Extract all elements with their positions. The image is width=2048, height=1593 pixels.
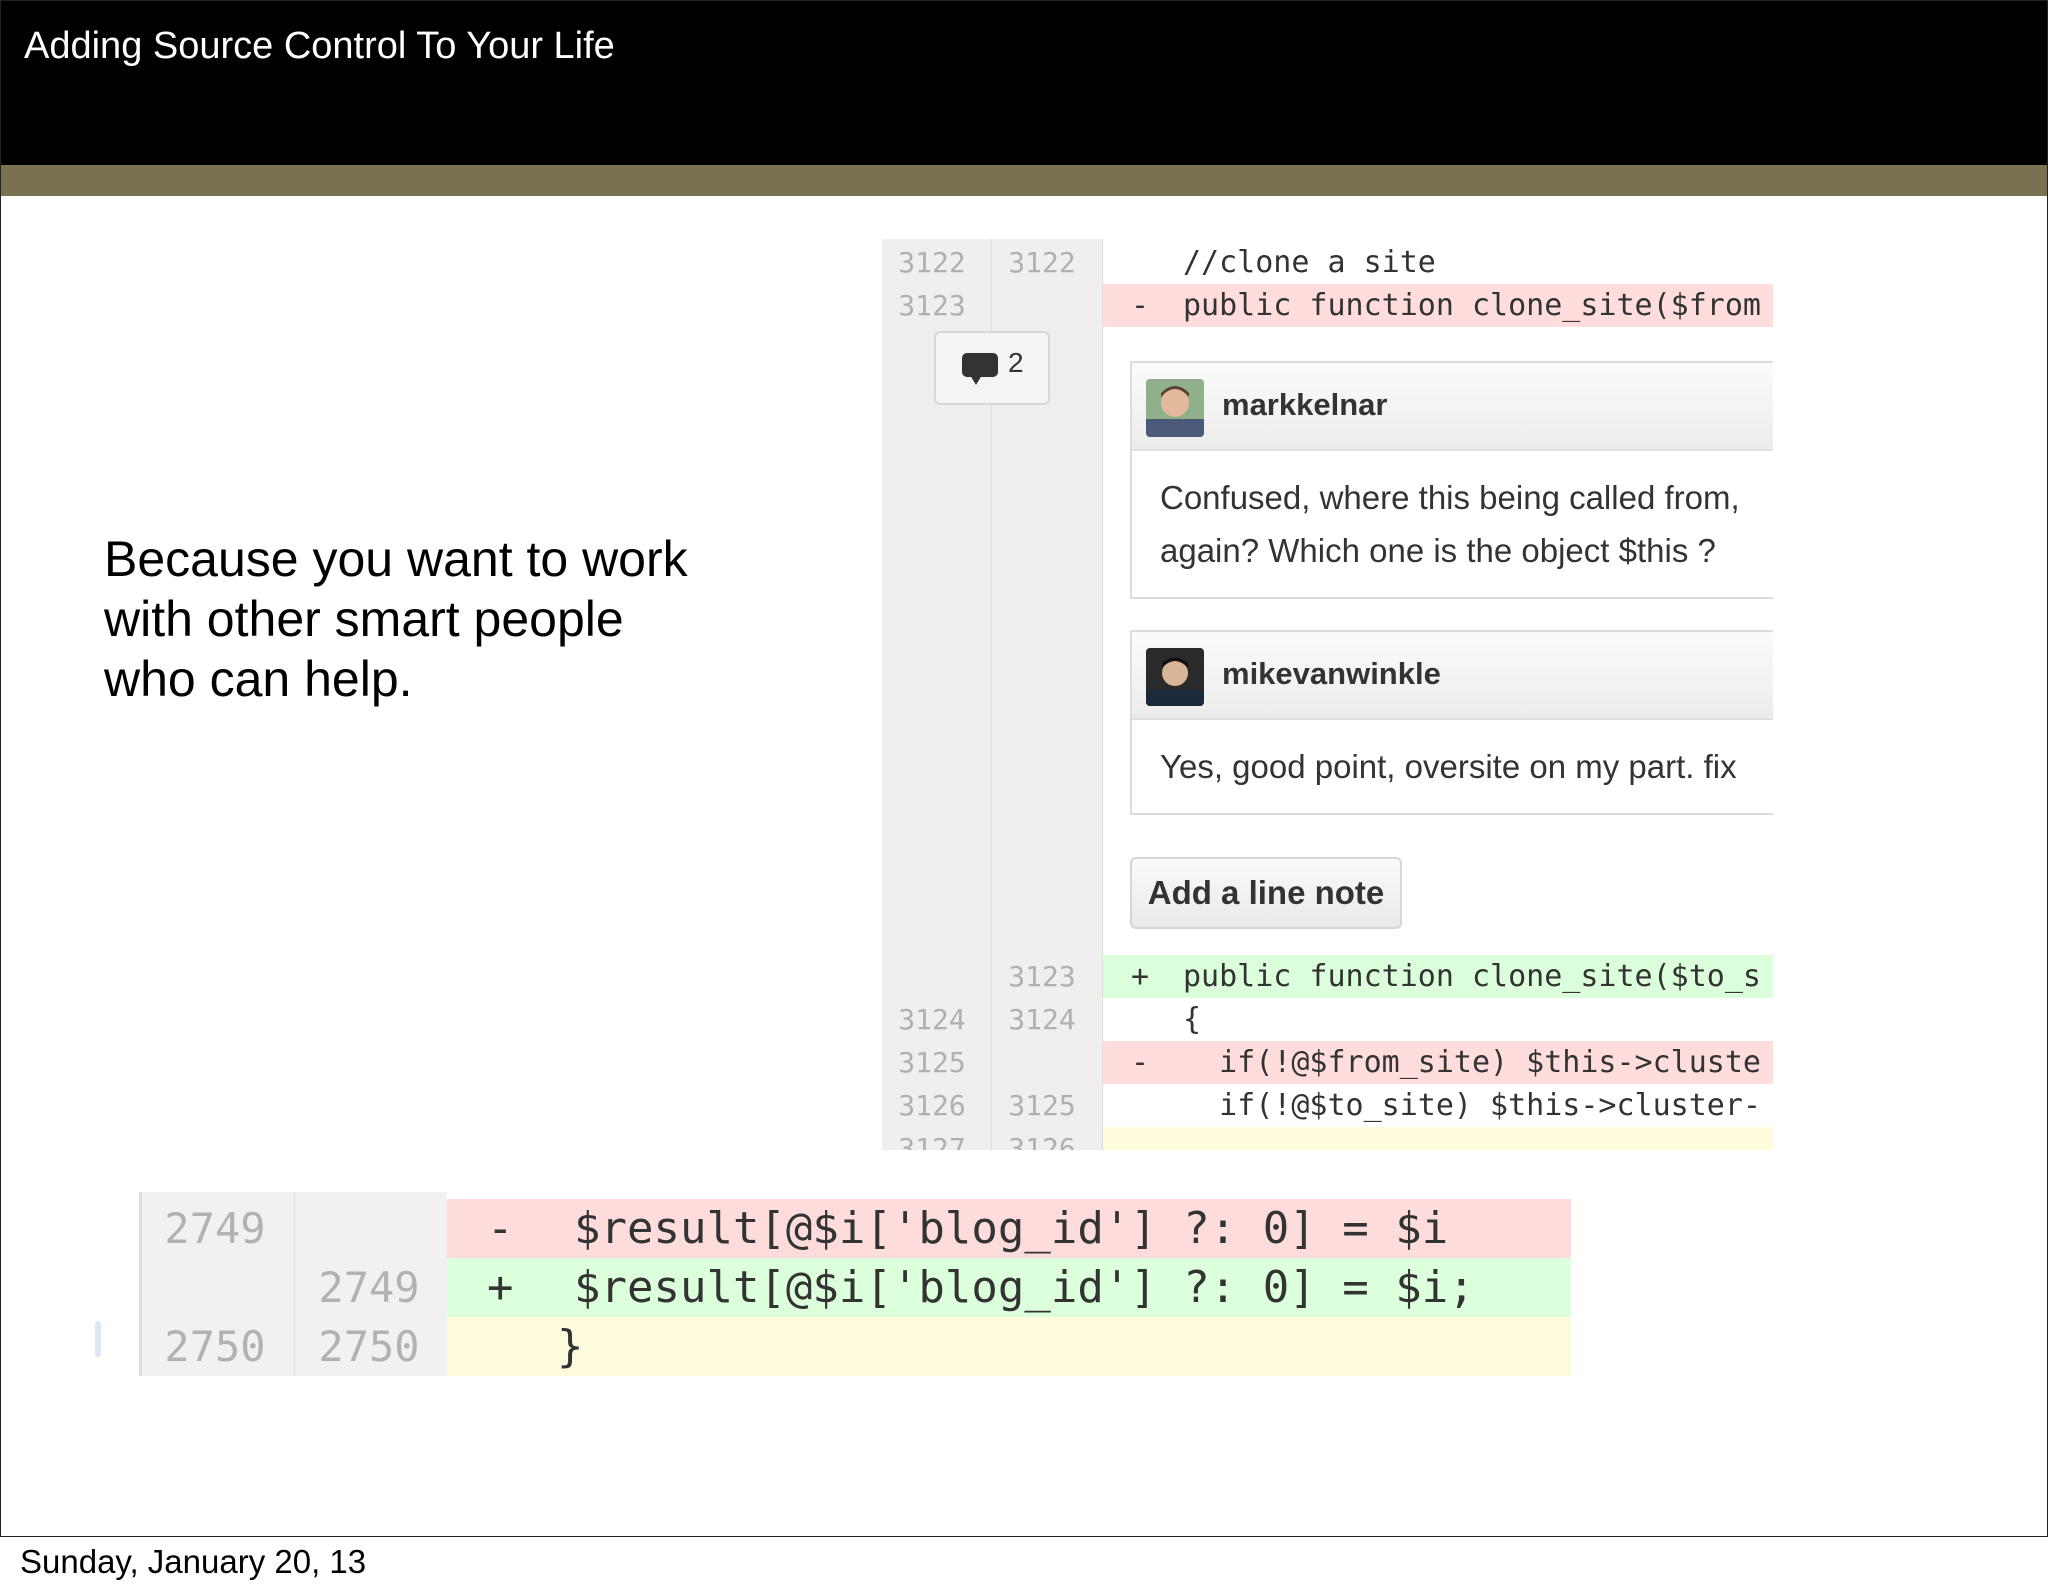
old-line-number: 3122: [898, 246, 966, 279]
comment-body: Yes, good point, oversite on my part. fi…: [1132, 720, 1773, 813]
code-review-screenshot: 3122 3122 //clone a site 3123 - public fu…: [882, 239, 1773, 1150]
diff-row: 3127 3126: [882, 1127, 1773, 1150]
code-text: {: [1183, 1002, 1202, 1037]
diff-sign: -: [1131, 288, 1150, 323]
diff-sign: +: [1131, 959, 1150, 994]
diff-row: 3124 3124 {: [882, 998, 1773, 1041]
comment-count-badge[interactable]: 2: [934, 331, 1050, 405]
diff-row: 3126 3125 if(!@$to_site) $this->cluster-: [882, 1084, 1773, 1127]
old-line-number: 3125: [898, 1046, 966, 1079]
new-line-number: 2750: [318, 1322, 420, 1371]
code-text: $result[@$i['blog_id'] ?: 0] = $i: [574, 1203, 1449, 1254]
code-text: //clone a site: [1183, 245, 1436, 280]
slide: Adding Source Control To Your Life Becau…: [0, 0, 2048, 1537]
diff-row: 3123 + public function clone_site($to_s: [882, 955, 1773, 998]
slide-title: Adding Source Control To Your Life: [24, 25, 615, 67]
body-line: Because you want to work: [104, 531, 688, 587]
new-line-number: 3126: [1008, 1132, 1076, 1150]
old-line-number: 3123: [898, 289, 966, 322]
comment-card: markkelnar Confused, where this being ca…: [1130, 361, 1773, 599]
comment-author[interactable]: markkelnar: [1222, 387, 1387, 423]
title-bar: Adding Source Control To Your Life: [1, 1, 2047, 165]
comment-count: 2: [1008, 347, 1024, 378]
diff-row: 3125 - if(!@$from_site) $this->cluste: [882, 1041, 1773, 1084]
new-line-number: 3125: [1008, 1089, 1076, 1122]
diff-sign: +: [487, 1262, 514, 1313]
old-line-number: 3127: [898, 1132, 966, 1150]
scroll-indicator: [95, 1321, 101, 1357]
comment-author[interactable]: mikevanwinkle: [1222, 656, 1441, 692]
code-text: $result[@$i['blog_id'] ?: 0] = $i;: [574, 1262, 1475, 1313]
add-line-note-button[interactable]: Add a line note: [1130, 857, 1402, 929]
comment-line: Confused, where this being called from,: [1160, 479, 1740, 516]
comment-body: Confused, where this being called from, …: [1132, 451, 1773, 597]
diff-row: 2749 + $result[@$i['blog_id'] ?: 0] = $i;: [139, 1258, 1571, 1317]
old-line-number: 2749: [164, 1204, 266, 1253]
slide-body-text: Because you want to work with other smar…: [104, 529, 744, 709]
diff-row: 2749 - $result[@$i['blog_id'] ?: 0] = $i: [139, 1199, 1571, 1258]
code-text: public function clone_site($from: [1183, 288, 1761, 323]
code-text: if(!@$to_site) $this->cluster-: [1183, 1088, 1761, 1123]
footer-date: Sunday, January 20, 13: [20, 1543, 367, 1580]
diff-row: 3122 3122 //clone a site: [882, 241, 1773, 284]
diff-sign: -: [487, 1203, 514, 1254]
comment-header: mikevanwinkle: [1132, 632, 1773, 720]
comment-icon: [962, 353, 998, 385]
new-line-number: 3122: [1008, 246, 1076, 279]
diff-row: 3123 - public function clone_site($from: [882, 284, 1773, 327]
diff-sign: -: [1131, 1045, 1150, 1080]
new-line-number: 3123: [1008, 960, 1076, 993]
diff-row: 2750 2750 }: [139, 1317, 1571, 1376]
comment-header: markkelnar: [1132, 363, 1773, 451]
body-line: with other smart people: [104, 591, 624, 647]
new-line-number: 3124: [1008, 1003, 1076, 1036]
comment-line: Yes, good point, oversite on my part. fi…: [1160, 748, 1737, 785]
code-text: }: [557, 1321, 584, 1372]
title-accent-band: [1, 165, 2047, 196]
comment-line: again? Which one is the object $this ?: [1160, 532, 1716, 569]
body-line: who can help.: [104, 651, 413, 707]
zoomed-diff-screenshot: 2749 - $result[@$i['blog_id'] ?: 0] = $i …: [139, 1192, 1571, 1376]
comment-card: mikevanwinkle Yes, good point, oversite …: [1130, 630, 1773, 815]
old-line-number: 2750: [164, 1322, 266, 1371]
code-text: public function clone_site($to_s: [1183, 959, 1761, 994]
user-avatar-icon[interactable]: [1146, 379, 1204, 437]
old-line-number: 3124: [898, 1003, 966, 1036]
new-line-number: 2749: [318, 1263, 420, 1312]
old-line-number: 3126: [898, 1089, 966, 1122]
user-avatar-icon[interactable]: [1146, 648, 1204, 706]
code-text: if(!@$from_site) $this->cluste: [1183, 1045, 1761, 1080]
